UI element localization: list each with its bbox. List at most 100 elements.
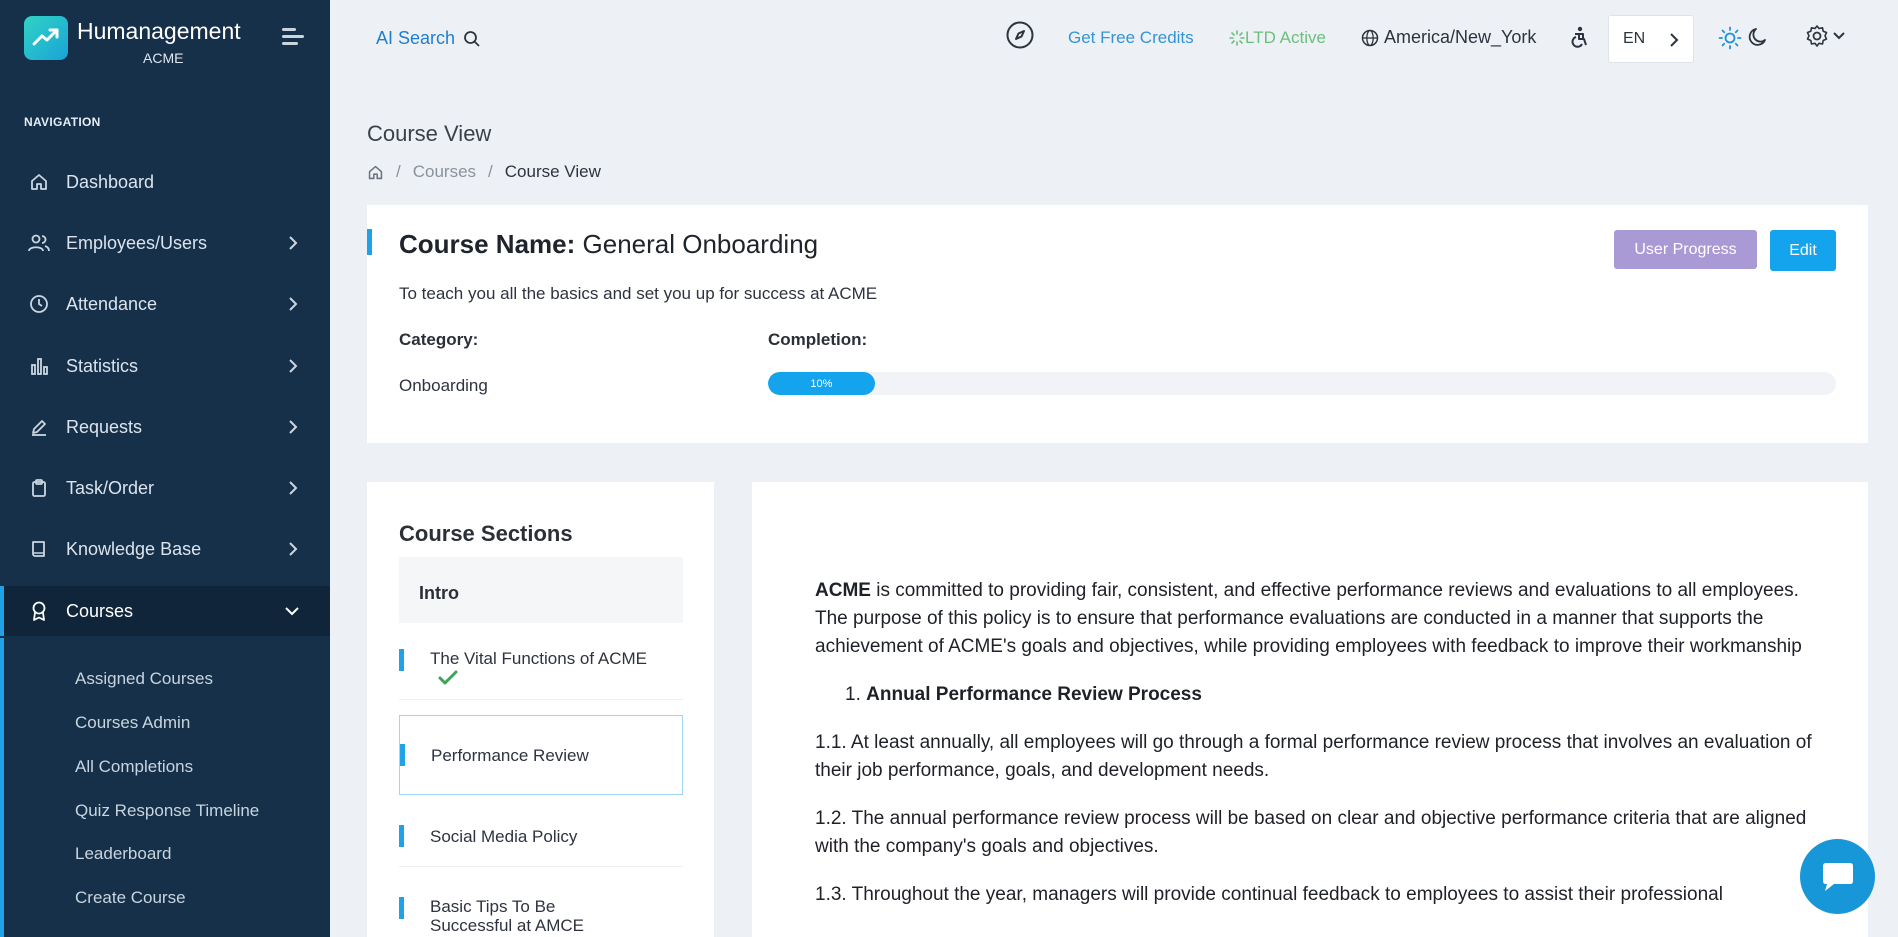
book-icon <box>28 538 50 560</box>
submenu-courses-admin[interactable]: Courses Admin <box>75 713 190 733</box>
course-description: To teach you all the basics and set you … <box>399 284 878 303</box>
course-sections-card: Course Sections Intro The Vital Function… <box>367 482 714 937</box>
timezone-selector[interactable]: America/New_York <box>1361 27 1536 48</box>
clock-icon <box>28 293 50 315</box>
sidebar: Humanagement ACME NAVIGATION Dashboard E… <box>0 0 330 937</box>
section-item-social-media-policy[interactable]: Social Media Policy <box>399 795 683 867</box>
user-progress-button[interactable]: User Progress <box>1614 230 1757 269</box>
sidebar-item-attendance[interactable]: Attendance <box>0 279 330 329</box>
submenu-quiz-response-timeline[interactable]: Quiz Response Timeline <box>75 801 259 821</box>
submenu-all-completions[interactable]: All Completions <box>75 757 193 777</box>
sidebar-item-label: Dashboard <box>66 171 155 192</box>
content-intro-text: is committed to providing fair, consiste… <box>815 580 1802 657</box>
pencil-icon <box>28 416 50 438</box>
home-icon[interactable] <box>367 164 384 181</box>
section-item-vital-functions[interactable]: The Vital Functions of ACME <box>399 634 683 700</box>
chevron-right-icon <box>289 420 298 434</box>
sidebar-item-requests[interactable]: Requests <box>0 402 330 452</box>
chevron-right-icon <box>289 359 298 373</box>
users-icon <box>28 232 50 254</box>
app-name: Humanagement <box>77 18 241 44</box>
accessibility-icon[interactable] <box>1570 26 1590 48</box>
course-name-label: Course Name: <box>399 229 576 259</box>
edit-button[interactable]: Edit <box>1770 230 1836 271</box>
top-header: AI Search Get Free Credits LTD Active Am… <box>330 0 1898 76</box>
menu-toggle-icon[interactable] <box>282 28 306 46</box>
content-intro-bold: ACME <box>815 580 871 601</box>
breadcrumb: / Courses / Course View <box>367 162 601 182</box>
gear-icon <box>1806 25 1828 47</box>
search-icon <box>464 30 480 47</box>
chevron-down-icon <box>1833 32 1845 40</box>
language-selector[interactable]: EN <box>1608 15 1694 63</box>
course-name: Course Name: General Onboarding <box>399 229 818 260</box>
chat-button[interactable] <box>1800 839 1875 914</box>
chevron-right-icon <box>289 297 298 311</box>
sidebar-item-label: Attendance <box>66 293 158 314</box>
sidebar-item-label: Task/Order <box>66 477 155 498</box>
chevron-right-icon <box>289 481 298 495</box>
breadcrumb-separator: / <box>488 162 493 181</box>
sidebar-item-dashboard[interactable]: Dashboard <box>0 157 330 207</box>
sidebar-item-label: Employees/Users <box>66 232 208 253</box>
breadcrumb-courses[interactable]: Courses <box>413 162 476 182</box>
trending-up-logo-icon <box>24 16 68 60</box>
section-label: The Vital Functions of ACME <box>430 649 650 687</box>
sidebar-item-label: Requests <box>66 416 143 437</box>
section-marker <box>400 744 405 766</box>
section-label: Performance Review <box>431 746 589 765</box>
chat-icon <box>1822 862 1853 891</box>
award-icon <box>28 600 50 622</box>
section-label: Basic Tips To Be Successful at AMCE <box>430 897 585 935</box>
brand[interactable]: Humanagement ACME <box>24 16 314 72</box>
submenu-leaderboard[interactable]: Leaderboard <box>75 844 171 864</box>
category-value: Onboarding <box>399 376 488 395</box>
settings-menu[interactable] <box>1805 24 1845 48</box>
content-intro-paragraph: ACME is committed to providing fair, con… <box>815 577 1825 661</box>
bar-chart-icon <box>28 355 50 377</box>
completion-progress-bar: 10% <box>768 372 1836 395</box>
content-paragraph-1-1: 1.1. At least annually, all employees wi… <box>815 732 1812 781</box>
chevron-right-icon <box>289 542 298 556</box>
compass-icon[interactable] <box>1005 20 1035 50</box>
sidebar-item-employees[interactable]: Employees/Users <box>0 218 330 268</box>
ltd-status: LTD Active <box>1229 28 1326 48</box>
ai-search-label: AI Search <box>376 28 456 48</box>
chevron-down-icon <box>285 607 299 616</box>
section-content-card: ACME is committed to providing fair, con… <box>752 482 1868 937</box>
section-divider <box>399 699 683 700</box>
submenu-assigned-courses[interactable]: Assigned Courses <box>75 669 213 689</box>
content-heading-text: Annual Performance Review Process <box>866 684 1202 705</box>
sidebar-item-task-order[interactable]: Task/Order <box>0 463 330 513</box>
section-item-basic-tips[interactable]: Basic Tips To Be Successful at AMCE <box>399 867 683 937</box>
submenu-create-course[interactable]: Create Course <box>75 888 186 908</box>
content-paragraph-1-2: 1.2. The annual performance review proce… <box>815 808 1807 857</box>
page-title: Course View <box>367 121 492 146</box>
breadcrumb-current: Course View <box>504 162 601 181</box>
org-name: ACME <box>143 50 184 66</box>
chevron-right-icon <box>1670 33 1679 47</box>
home-icon <box>28 171 50 193</box>
section-item-intro[interactable]: Intro <box>399 557 683 623</box>
get-free-credits-link[interactable]: Get Free Credits <box>1068 28 1194 48</box>
sidebar-item-statistics[interactable]: Statistics <box>0 341 330 391</box>
ai-search-button[interactable]: AI Search <box>376 28 481 49</box>
section-marker <box>399 649 404 671</box>
sun-icon[interactable] <box>1718 26 1742 50</box>
section-label-text: The Vital Functions of ACME <box>430 649 648 668</box>
section-item-performance-review[interactable]: Performance Review <box>399 715 683 795</box>
sections-title: Course Sections <box>399 521 573 546</box>
sidebar-item-label: Courses <box>66 600 134 621</box>
breadcrumb-separator: / <box>396 162 401 181</box>
sidebar-item-courses[interactable]: Courses <box>0 586 330 636</box>
moon-icon[interactable] <box>1747 26 1769 48</box>
section-label: Intro <box>419 583 459 603</box>
sidebar-item-label: Knowledge Base <box>66 538 202 559</box>
loader-icon <box>1229 30 1245 46</box>
section-marker <box>399 897 404 919</box>
sidebar-item-knowledge-base[interactable]: Knowledge Base <box>0 524 330 574</box>
content-paragraph-1-3: 1.3. Throughout the year, managers will … <box>815 884 1723 905</box>
sidebar-item-label: Statistics <box>66 355 139 376</box>
nav-heading: NAVIGATION <box>24 115 101 129</box>
timezone-label: America/New_York <box>1384 27 1537 47</box>
